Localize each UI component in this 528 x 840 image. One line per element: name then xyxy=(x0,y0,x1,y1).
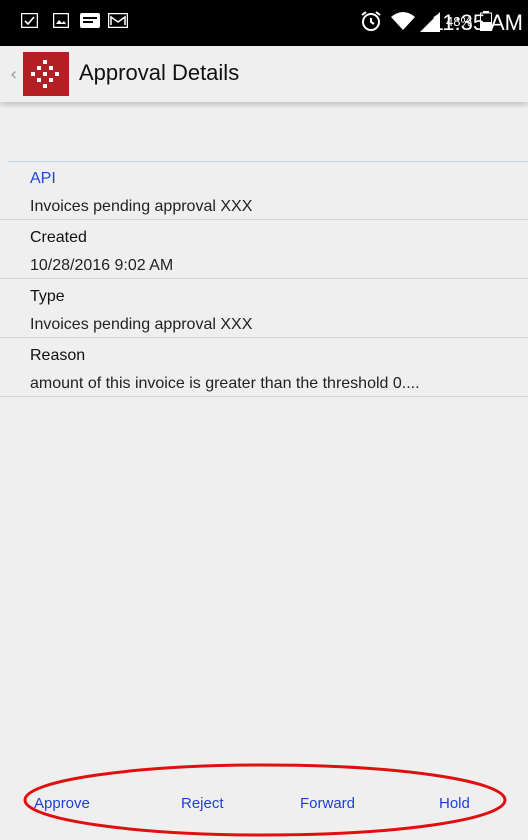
field-label: Created xyxy=(30,229,87,246)
field-value: 10/28/2016 9:02 AM xyxy=(30,257,174,274)
field-label: Type xyxy=(30,288,65,305)
message-icon xyxy=(80,13,100,28)
alarm-icon xyxy=(361,11,381,31)
missed-call-icon xyxy=(21,13,38,28)
app-bar: ‹ Approval Details xyxy=(0,46,528,102)
field-reason: Reason amount of this invoice is greater… xyxy=(0,339,528,397)
highlight-ellipse xyxy=(23,763,507,837)
wifi-icon xyxy=(391,12,415,30)
field-value: amount of this invoice is greater than t… xyxy=(30,375,420,392)
email-icon xyxy=(108,13,128,28)
field-value: Invoices pending approval XXX xyxy=(30,198,253,215)
field-api: API Invoices pending approval XXX xyxy=(0,162,528,220)
field-label: API xyxy=(30,170,56,187)
field-created: Created 10/28/2016 9:02 AM xyxy=(0,221,528,279)
status-bar: 48% 11:35 AM xyxy=(0,0,528,46)
field-value: Invoices pending approval XXX xyxy=(30,316,253,333)
field-type: Type Invoices pending approval XXX xyxy=(0,280,528,338)
page-title: Approval Details xyxy=(79,60,240,85)
field-label: Reason xyxy=(30,347,86,364)
app-logo[interactable] xyxy=(23,52,69,96)
gallery-icon xyxy=(53,13,69,28)
back-chevron-icon[interactable]: ‹ xyxy=(10,64,17,85)
logo-diamond-icon xyxy=(31,60,59,88)
status-time: 11:35 AM xyxy=(431,10,523,35)
